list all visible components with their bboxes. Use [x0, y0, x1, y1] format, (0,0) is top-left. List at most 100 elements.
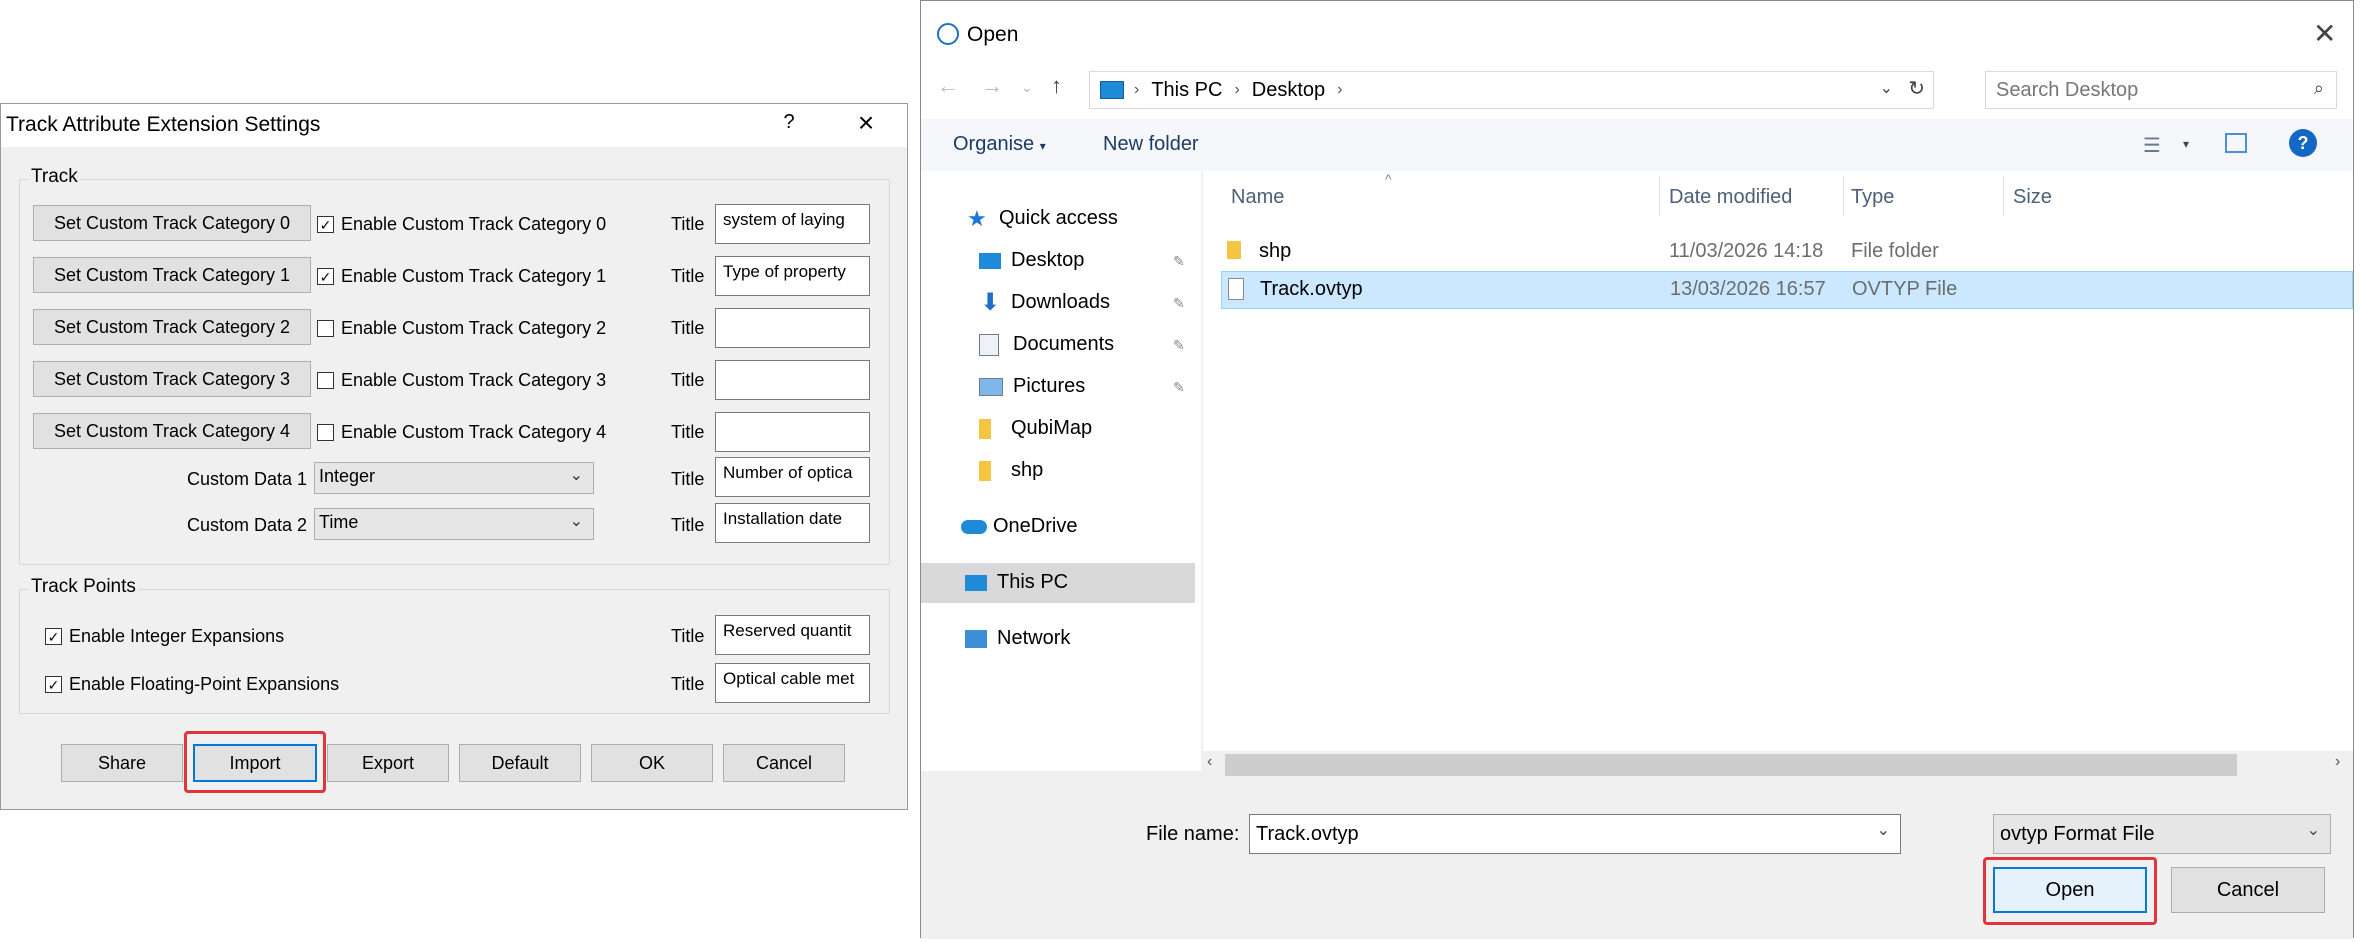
chevron-down-icon[interactable]: ⌄ — [1877, 820, 1890, 840]
view-dropdown-arrow-icon[interactable]: ▾ — [2183, 137, 2189, 151]
set-custom-track-category-1-button[interactable]: Set Custom Track Category 1 — [33, 257, 311, 293]
address-dropdown-chevron-icon[interactable]: ⌄ — [1880, 78, 1893, 98]
set-custom-track-category-2-button[interactable]: Set Custom Track Category 2 — [33, 309, 311, 345]
preview-pane-icon[interactable] — [2225, 133, 2247, 153]
refresh-icon[interactable]: ↻ — [1908, 76, 1925, 101]
organise-menu[interactable]: Organise ▾ — [953, 133, 1046, 156]
file-date: 11/03/2026 14:18 — [1669, 240, 1824, 262]
address-bar[interactable]: › This PC › Desktop › ⌄ ↻ — [1089, 71, 1934, 109]
share-button[interactable]: Share — [61, 744, 183, 782]
set-custom-track-category-0-button[interactable]: Set Custom Track Category 0 — [33, 205, 311, 241]
category-4-title-input[interactable] — [715, 412, 870, 452]
enable-integer-expansions-checkbox[interactable]: ✓ Enable Integer Expansions — [45, 626, 284, 647]
scroll-left-icon[interactable]: ‹ — [1207, 753, 1212, 771]
file-icon — [1228, 278, 1244, 300]
new-folder-button[interactable]: New folder — [1103, 133, 1199, 156]
navigation-pane: ★ Quick access Desktop ✎ ⬇ Downloads ✎ D… — [921, 171, 1201, 771]
help-icon[interactable]: ? — [2289, 129, 2317, 157]
open-titlebar[interactable]: Open ✕ — [921, 1, 2353, 69]
settings-dialog-title: Track Attribute Extension Settings — [6, 113, 321, 136]
floating-point-expansion-title-input[interactable]: Optical cable met — [715, 663, 870, 703]
checkbox-box[interactable]: ✓ — [45, 676, 62, 693]
ok-button[interactable]: OK — [591, 744, 713, 782]
checkbox-box[interactable]: ✓ — [317, 268, 334, 285]
enable-category-1-checkbox[interactable]: ✓ Enable Custom Track Category 1 — [317, 266, 606, 287]
nav-documents[interactable]: Documents — [979, 333, 1114, 356]
open-file-dialog: Open ✕ ← → ⌄ ↑ › This PC › Desktop › ⌄ ↻… — [920, 0, 2354, 939]
open-button[interactable]: Open — [1993, 867, 2147, 913]
nav-downloads[interactable]: ⬇ Downloads — [979, 290, 1110, 314]
default-button[interactable]: Default — [459, 744, 581, 782]
nav-network[interactable]: Network — [965, 627, 1070, 650]
category-2-title-input[interactable] — [715, 308, 870, 348]
title-label: Title — [671, 370, 705, 390]
open-cancel-button[interactable]: Cancel — [2171, 867, 2325, 913]
checkbox-box[interactable]: ✓ — [45, 628, 62, 645]
column-divider[interactable] — [1659, 176, 1660, 216]
scrollbar-thumb[interactable] — [1225, 754, 2237, 776]
view-list-icon[interactable]: ☰ — [2143, 133, 2161, 158]
enable-category-3-checkbox[interactable]: Enable Custom Track Category 3 — [317, 370, 606, 391]
enable-category-2-checkbox[interactable]: Enable Custom Track Category 2 — [317, 318, 606, 339]
file-row-shp[interactable]: shp 11/03/2026 14:18 File folder — [1221, 233, 2353, 271]
column-divider[interactable] — [2003, 176, 2004, 216]
enable-floating-point-expansions-label: Enable Floating-Point Expansions — [69, 674, 340, 694]
nav-shp[interactable]: shp — [979, 459, 1043, 482]
column-divider[interactable] — [1843, 176, 1844, 216]
nav-onedrive[interactable]: OneDrive — [961, 515, 1077, 538]
category-0-title-input[interactable]: system of laying — [715, 204, 870, 244]
up-arrow-icon[interactable]: ↑ — [1051, 73, 1062, 99]
search-icon: ⌕ — [2313, 78, 2324, 98]
category-3-title-input[interactable] — [715, 360, 870, 400]
nav-desktop[interactable]: Desktop — [979, 249, 1084, 272]
open-close-button[interactable]: ✕ — [2313, 17, 2336, 50]
export-button[interactable]: Export — [327, 744, 449, 782]
nav-this-pc-label: This PC — [997, 571, 1069, 593]
checkbox-box[interactable] — [317, 424, 334, 441]
nav-qubimap[interactable]: QubiMap — [979, 417, 1092, 440]
enable-category-0-checkbox[interactable]: ✓ Enable Custom Track Category 0 — [317, 214, 606, 235]
recent-locations-chevron-icon[interactable]: ⌄ — [1021, 79, 1033, 96]
enable-category-4-checkbox[interactable]: Enable Custom Track Category 4 — [317, 422, 606, 443]
breadcrumb-desktop[interactable]: Desktop — [1252, 79, 1325, 102]
category-1-title-input[interactable]: Type of property — [715, 256, 870, 296]
column-type[interactable]: Type — [1851, 186, 1894, 209]
enable-floating-point-expansions-checkbox[interactable]: ✓ Enable Floating-Point Expansions — [45, 674, 339, 695]
file-row-track-ovtyp[interactable]: Track.ovtyp 13/03/2026 16:57 OVTYP File — [1221, 271, 2353, 309]
settings-close-button[interactable]: × — [851, 107, 881, 139]
nav-quick-access[interactable]: ★ Quick access — [967, 207, 1118, 230]
breadcrumb-this-pc[interactable]: This PC — [1151, 79, 1222, 102]
search-input[interactable]: Search Desktop ⌕ — [1985, 71, 2337, 109]
custom-data-2-type-select[interactable]: Time ⌄ — [314, 508, 594, 540]
file-name-input[interactable]: Track.ovtyp ⌄ — [1249, 814, 1901, 854]
set-custom-track-category-3-button[interactable]: Set Custom Track Category 3 — [33, 361, 311, 397]
column-name[interactable]: Name — [1231, 186, 1284, 209]
checkbox-box[interactable]: ✓ — [317, 216, 334, 233]
checkbox-box[interactable] — [317, 320, 334, 337]
nav-pictures[interactable]: Pictures — [979, 375, 1085, 398]
file-type-select[interactable]: ovtyp Format File ⌄ — [1993, 814, 2331, 854]
column-size[interactable]: Size — [2013, 186, 2052, 209]
custom-data-2-title-input[interactable]: Installation date — [715, 503, 870, 543]
title-label: Title — [671, 266, 705, 286]
nav-this-pc[interactable]: This PC — [965, 571, 1068, 594]
set-custom-track-category-4-button[interactable]: Set Custom Track Category 4 — [33, 413, 311, 449]
import-button[interactable]: Import — [193, 744, 317, 782]
horizontal-scrollbar[interactable]: ‹ › — [1203, 751, 2353, 779]
back-arrow-icon[interactable]: ← — [937, 73, 959, 99]
help-button[interactable]: ? — [779, 111, 799, 134]
forward-arrow-icon[interactable]: → — [981, 73, 1003, 99]
cancel-button[interactable]: Cancel — [723, 744, 845, 782]
integer-expansion-title-input[interactable]: Reserved quantit — [715, 615, 870, 655]
chevron-down-icon: ⌄ — [2306, 822, 2320, 839]
settings-titlebar[interactable]: Track Attribute Extension Settings ? × — [1, 104, 907, 147]
custom-data-1-type-select[interactable]: Integer ⌄ — [314, 462, 594, 494]
track-points-group-label: Track Points — [29, 576, 138, 598]
custom-data-1-title-input[interactable]: Number of optica — [715, 457, 870, 497]
file-name-label: File name: — [1146, 823, 1240, 845]
checkbox-box[interactable] — [317, 372, 334, 389]
scroll-right-icon[interactable]: › — [2335, 753, 2340, 771]
title-label: Title — [671, 626, 705, 646]
column-date-modified[interactable]: Date modified — [1669, 186, 1792, 209]
file-name: Track.ovtyp — [1260, 278, 1363, 300]
